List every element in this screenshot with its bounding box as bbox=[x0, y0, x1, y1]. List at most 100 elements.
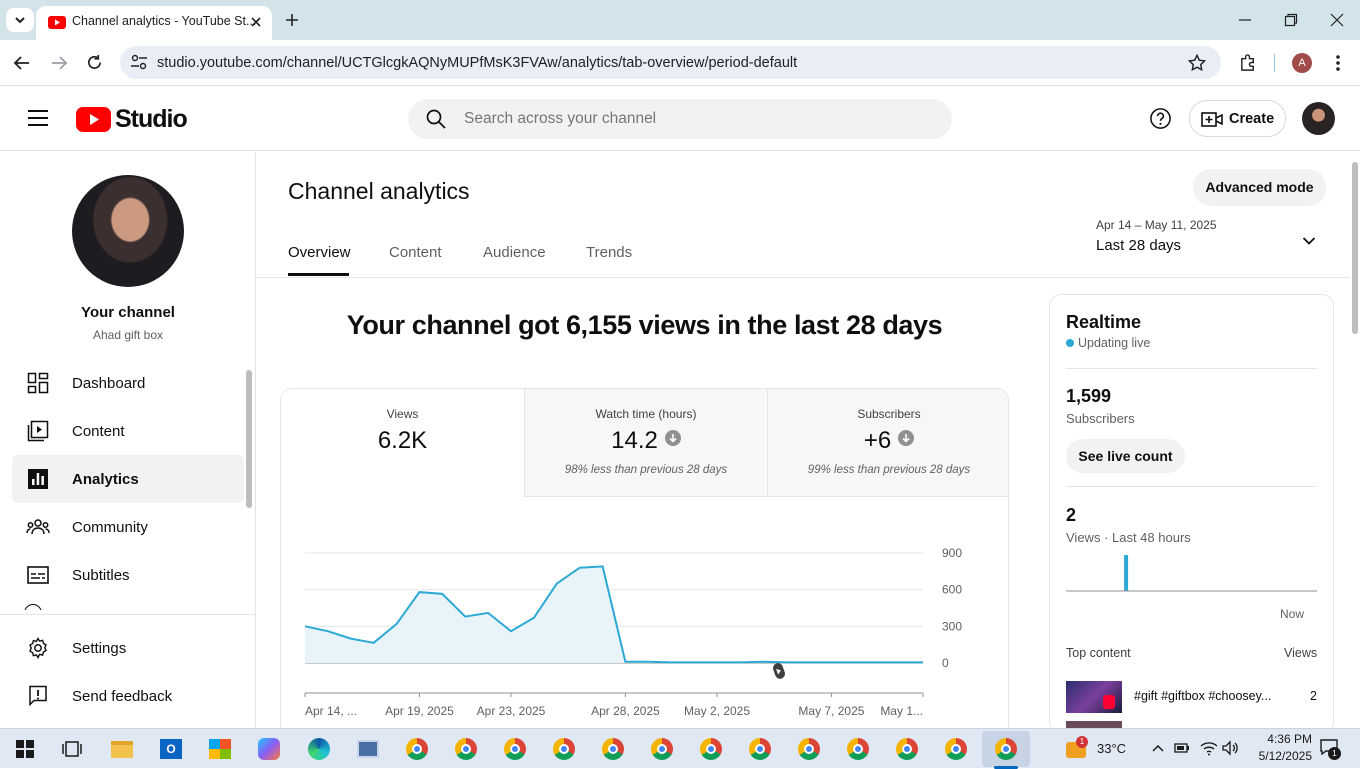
analytics-icon bbox=[26, 467, 50, 491]
tab-overview[interactable]: Overview bbox=[288, 244, 351, 261]
sidebar-item-settings[interactable]: Settings bbox=[12, 624, 244, 672]
account-avatar[interactable] bbox=[1302, 102, 1335, 135]
metric-subscribers-value: +6 bbox=[863, 427, 892, 454]
x-tick-label: May 1... bbox=[880, 704, 923, 718]
shorts-marker-icon[interactable] bbox=[772, 662, 787, 680]
task-view-button[interactable] bbox=[57, 735, 87, 763]
chrome-icon bbox=[602, 738, 624, 760]
bookmark-star-icon[interactable] bbox=[1188, 54, 1206, 71]
page-scrollbar-thumb[interactable] bbox=[1352, 162, 1358, 334]
help-icon[interactable] bbox=[1149, 107, 1172, 130]
chrome-icon bbox=[847, 738, 869, 760]
chrome-profile-4[interactable] bbox=[549, 735, 579, 763]
chrome-icon bbox=[995, 738, 1017, 760]
create-button[interactable]: Create bbox=[1189, 100, 1286, 137]
sidebar-item-content[interactable]: Content bbox=[12, 407, 244, 455]
chevron-down-icon bbox=[1302, 237, 1316, 245]
wifi-icon[interactable] bbox=[1200, 740, 1218, 756]
file-explorer-button[interactable] bbox=[107, 735, 137, 763]
chrome-icon bbox=[406, 738, 428, 760]
sidebar-item-dashboard[interactable]: Dashboard bbox=[12, 359, 244, 407]
chrome-profile-12[interactable] bbox=[941, 735, 971, 763]
metric-subscribers[interactable]: Subscribers +6 99% less than previous 28… bbox=[767, 389, 1008, 497]
sidebar-item-subtitles[interactable]: Subtitles bbox=[12, 551, 244, 599]
chrome-profile-10[interactable] bbox=[843, 735, 873, 763]
overview-card: Views 6.2K Watch time (hours) 14.2 98% l… bbox=[280, 388, 1009, 728]
reload-icon[interactable] bbox=[86, 54, 103, 71]
sidebar-item-analytics[interactable]: Analytics bbox=[12, 455, 244, 503]
clock-time[interactable]: 4:36 PM bbox=[1246, 732, 1312, 746]
outlook-icon: O bbox=[160, 739, 182, 759]
chrome-profile-5[interactable] bbox=[598, 735, 628, 763]
realtime-panel: Realtime Updating live 1,599 Subscribers… bbox=[1049, 294, 1334, 728]
chrome-profile-7[interactable] bbox=[696, 735, 726, 763]
realtime-bar[interactable] bbox=[1124, 555, 1129, 591]
close-icon[interactable] bbox=[250, 16, 262, 28]
chrome-icon bbox=[749, 738, 771, 760]
restore-icon[interactable] bbox=[1284, 13, 1298, 27]
browser-tab[interactable]: Channel analytics - YouTube St... bbox=[36, 6, 272, 40]
app-button[interactable] bbox=[353, 735, 383, 763]
chrome-active-window[interactable] bbox=[982, 731, 1030, 767]
realtime-views-label: Views · Last 48 hours bbox=[1066, 530, 1191, 545]
site-info-icon[interactable] bbox=[130, 54, 148, 71]
channel-avatar[interactable] bbox=[72, 175, 184, 287]
back-icon[interactable] bbox=[13, 55, 31, 71]
metric-watch-time[interactable]: Watch time (hours) 14.2 98% less than pr… bbox=[524, 389, 767, 497]
metric-views[interactable]: Views 6.2K bbox=[281, 389, 524, 497]
outlook-button[interactable]: O bbox=[156, 735, 186, 763]
x-tick-label: May 2, 2025 bbox=[684, 704, 750, 718]
profile-avatar[interactable]: A bbox=[1292, 53, 1312, 73]
subtitles-icon bbox=[26, 563, 50, 587]
clock-date[interactable]: 5/12/2025 bbox=[1246, 749, 1312, 763]
realtime-now-label: Now bbox=[1280, 607, 1305, 621]
advanced-mode-button[interactable]: Advanced mode bbox=[1193, 169, 1326, 206]
notifications-button[interactable]: 1 bbox=[1320, 739, 1341, 760]
sidebar-scrollbar[interactable] bbox=[246, 370, 252, 508]
extensions-icon[interactable] bbox=[1239, 53, 1258, 72]
chrome-profile-6[interactable] bbox=[647, 735, 677, 763]
page-title: Channel analytics bbox=[288, 178, 470, 204]
sidebar-item-community[interactable]: Community bbox=[12, 503, 244, 551]
see-live-count-button[interactable]: See live count bbox=[1066, 439, 1185, 473]
chrome-profile-1[interactable] bbox=[402, 735, 432, 763]
chrome-profile-2[interactable] bbox=[451, 735, 481, 763]
store-button[interactable] bbox=[205, 735, 235, 763]
tab-content[interactable]: Content bbox=[389, 244, 442, 261]
top-content-item[interactable]: #gift #giftbox #choosey... 2 bbox=[1066, 681, 1317, 713]
forward-icon[interactable] bbox=[50, 55, 68, 71]
weather-widget[interactable]: 1 bbox=[1064, 736, 1090, 760]
start-button[interactable] bbox=[10, 735, 40, 763]
chevron-up-icon[interactable] bbox=[1152, 743, 1164, 753]
period-range: Apr 14 – May 11, 2025 bbox=[1096, 218, 1217, 232]
battery-icon[interactable] bbox=[1174, 742, 1190, 754]
volume-icon[interactable] bbox=[1222, 740, 1238, 756]
address-bar[interactable]: studio.youtube.com/channel/UCTGlcgkAQNyM… bbox=[120, 46, 1221, 79]
minimize-icon[interactable] bbox=[1238, 14, 1252, 26]
browser-menu-icon[interactable] bbox=[1330, 53, 1346, 73]
realtime-bar-chart[interactable] bbox=[1066, 553, 1317, 599]
search-box[interactable] bbox=[408, 99, 952, 139]
windows-icon bbox=[16, 740, 34, 758]
chrome-profile-3[interactable] bbox=[500, 735, 530, 763]
page-scrollbar-track[interactable] bbox=[1350, 152, 1360, 728]
tab-trends[interactable]: Trends bbox=[586, 244, 632, 261]
search-input[interactable] bbox=[464, 108, 934, 130]
main-content: Channel analytics Advanced mode Overview… bbox=[256, 152, 1350, 728]
chrome-profile-9[interactable] bbox=[794, 735, 824, 763]
chrome-profile-11[interactable] bbox=[892, 735, 922, 763]
sidebar-item-feedback[interactable]: Send feedback bbox=[12, 672, 244, 720]
studio-logo[interactable]: Studio bbox=[76, 105, 188, 134]
tab-search-button[interactable] bbox=[6, 8, 34, 32]
new-tab-icon[interactable] bbox=[284, 12, 300, 28]
chrome-icon bbox=[455, 738, 477, 760]
copilot-button[interactable] bbox=[254, 735, 284, 763]
window-close-icon[interactable] bbox=[1330, 13, 1344, 27]
chrome-profile-8[interactable] bbox=[745, 735, 775, 763]
arrow-down-icon bbox=[664, 430, 681, 446]
edge-button[interactable] bbox=[304, 735, 334, 763]
period-selector[interactable]: Apr 14 – May 11, 2025 Last 28 days bbox=[1096, 218, 1326, 266]
hamburger-menu-icon[interactable] bbox=[27, 109, 49, 127]
views-chart[interactable]: 900 600 300 0 Apr 14, ... Apr 19, 2025 Apr 23… bbox=[281, 497, 1009, 728]
tab-audience[interactable]: Audience bbox=[483, 244, 546, 261]
